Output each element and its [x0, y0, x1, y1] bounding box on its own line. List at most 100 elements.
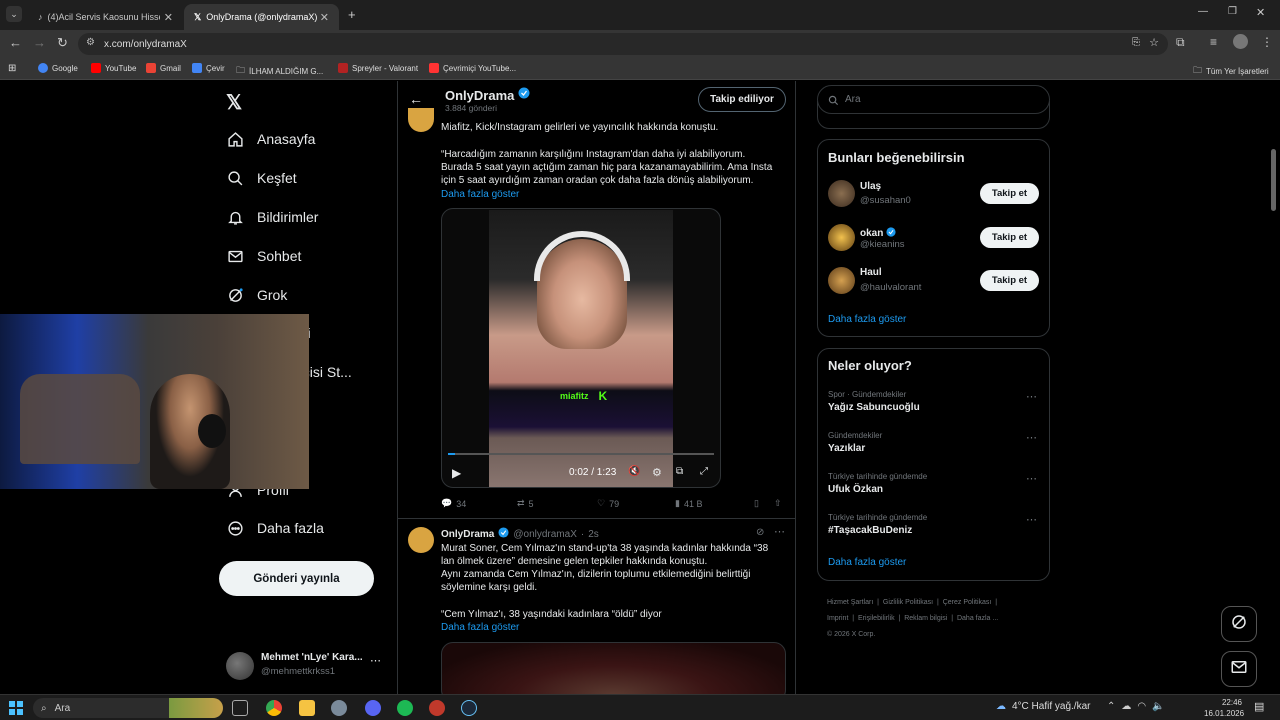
share-button[interactable]: ⇧	[774, 498, 782, 509]
volume-icon[interactable]: 🔈	[1152, 701, 1170, 712]
trend-name[interactable]: Ufuk Özkan	[828, 484, 883, 495]
footer-link[interactable]: Erişilebilirlik	[858, 615, 895, 622]
pip-icon[interactable]: ⧉	[676, 466, 683, 477]
site-info-icon[interactable]: ⚙	[86, 37, 95, 48]
post-button[interactable]: Gönderi yayınla	[219, 561, 374, 596]
like-button[interactable]: ♡ 79	[597, 498, 619, 509]
bookmark-youtube[interactable]: YouTube	[91, 63, 136, 73]
bookmark-star-icon[interactable]: ☆	[1149, 36, 1159, 49]
task-view-icon[interactable]	[232, 700, 248, 716]
cloud-icon[interactable]: ☁	[1121, 701, 1137, 712]
nav-notifications[interactable]: Bildirimler	[226, 208, 318, 226]
file-explorer-icon[interactable]	[299, 700, 315, 716]
tweet-media[interactable]	[441, 642, 786, 694]
extensions-icon[interactable]: ⧉	[1176, 35, 1185, 50]
spotify-icon[interactable]	[397, 700, 413, 716]
author-name[interactable]: OnlyDrama	[441, 529, 494, 540]
repost-button[interactable]: ⇄ 5	[517, 498, 534, 509]
forward-icon[interactable]: →	[33, 35, 46, 50]
more-icon[interactable]: ⋯	[1026, 431, 1037, 444]
footer-link[interactable]: Gizlilik Politikası	[883, 599, 933, 606]
windows-start-icon[interactable]	[9, 701, 23, 715]
video-progress-track[interactable]	[448, 453, 714, 455]
more-icon[interactable]: ⋯	[1026, 390, 1037, 403]
views-button[interactable]: ▮ 41 B	[675, 498, 702, 509]
install-icon[interactable]: ⎘	[1132, 37, 1140, 48]
bookmark-yt-converter[interactable]: Çevrimiçi YouTube...	[429, 63, 516, 73]
trend-name[interactable]: Yağız Sabuncuoğlu	[828, 402, 920, 413]
bookmark-translate[interactable]: Çevir	[192, 63, 225, 73]
nav-grok[interactable]: Grok	[226, 286, 287, 304]
user-name[interactable]: Haul	[860, 267, 882, 278]
weather-widget[interactable]: ☁ 4°C Hafif yağ./kar	[996, 701, 1090, 712]
reply-button[interactable]: 💬 34	[441, 498, 466, 509]
window-close-icon[interactable]: ✕	[1256, 6, 1265, 19]
footer-link[interactable]: Daha fazla ...	[957, 615, 998, 622]
url-input[interactable]: ⚙ x.com/onlydramaX ⎘ ☆	[78, 33, 1168, 55]
back-icon[interactable]: ←	[9, 35, 22, 50]
show-more-link[interactable]: Daha fazla göster	[441, 621, 519, 635]
video-player[interactable]: miafitz K ▶ 0:02 / 1:23 🔇 ⚙ ⧉ ⤢	[441, 208, 721, 488]
bookmark-valorant[interactable]: Spreyler - Valorant	[338, 63, 418, 73]
avatar[interactable]	[828, 180, 855, 207]
all-bookmarks[interactable]: 🗀 Tüm Yer İşaretleri	[1193, 63, 1269, 79]
follow-button[interactable]: Takip et	[980, 270, 1039, 291]
back-arrow-icon[interactable]: ←	[409, 91, 423, 107]
tab-inactive[interactable]: ♪ (4)Acil Servis Kaosunu Hissetme ✕	[28, 4, 183, 30]
mute-icon[interactable]: 🔇	[628, 466, 640, 477]
author-handle[interactable]: @onlydramaX	[513, 529, 577, 540]
footer-link[interactable]: Imprint	[827, 615, 848, 622]
tweet-avatar[interactable]	[408, 108, 434, 132]
nav-more[interactable]: Daha fazla	[226, 519, 324, 537]
recorder-icon[interactable]	[429, 700, 445, 716]
settings-icon[interactable]: ⚙	[652, 466, 662, 479]
taskbar-search[interactable]: ⌕ Ara	[33, 698, 223, 718]
play-icon[interactable]: ▶	[452, 466, 461, 480]
trend-name[interactable]: #TaşacakBuDeniz	[828, 525, 912, 536]
chrome-icon[interactable]	[266, 700, 282, 716]
grok-float-button[interactable]	[1221, 606, 1257, 642]
media-icon[interactable]: ≡	[1210, 35, 1217, 49]
footer-link[interactable]: Hizmet Şartları	[827, 599, 873, 606]
show-more-link[interactable]: Daha fazla göster	[828, 557, 906, 568]
minimize-icon[interactable]: —	[1198, 6, 1208, 17]
user-name[interactable]: okan	[860, 228, 883, 239]
restore-icon[interactable]: ❐	[1228, 6, 1237, 17]
footer-link[interactable]: Çerez Politikası	[943, 599, 992, 606]
more-icon[interactable]: ⋯	[370, 654, 381, 667]
tweet-avatar[interactable]	[408, 527, 434, 553]
follow-button[interactable]: Takip et	[980, 227, 1039, 248]
following-button[interactable]: Takip ediliyor	[698, 87, 786, 112]
menu-icon[interactable]: ⋮	[1261, 35, 1273, 49]
new-tab-icon[interactable]: +	[348, 7, 356, 22]
apps-icon[interactable]: ⊞	[8, 63, 16, 74]
bookmark-folder[interactable]: 🗀 İLHAM ALDIĞIM G...	[236, 63, 323, 79]
avatar[interactable]	[828, 224, 855, 251]
more-icon[interactable]: ⋯	[774, 525, 785, 538]
show-more-link[interactable]: Daha fazla göster	[441, 188, 519, 202]
reload-icon[interactable]: ↻	[57, 35, 68, 51]
messages-float-button[interactable]	[1221, 651, 1257, 687]
grok-icon[interactable]: ⊘	[756, 527, 764, 538]
tray-icons[interactable]: ⌃☁◠🔈	[1107, 701, 1171, 712]
account-switcher[interactable]: Mehmet 'nLye' Kara... @mehmettkrkss1 ⋯	[226, 649, 384, 681]
more-icon[interactable]: ⋯	[1026, 513, 1037, 526]
close-icon[interactable]: ✕	[164, 11, 173, 24]
x-logo-icon[interactable]: 𝕏	[226, 90, 242, 115]
fullscreen-icon[interactable]: ⤢	[700, 466, 708, 477]
tweet-time[interactable]: 2s	[588, 529, 599, 540]
bookmark-google[interactable]: Google	[38, 63, 78, 73]
page-scrollbar[interactable]	[1271, 149, 1276, 211]
more-icon[interactable]: ⋯	[1026, 472, 1037, 485]
tray-chevron-icon[interactable]: ⌃	[1107, 701, 1121, 712]
wifi-icon[interactable]: ◠	[1137, 701, 1152, 712]
nav-chat[interactable]: Sohbet	[226, 247, 301, 265]
user-name[interactable]: Ulaş	[860, 181, 881, 192]
avatar[interactable]	[828, 267, 855, 294]
notification-icon[interactable]: ▤	[1254, 700, 1264, 713]
nav-explore[interactable]: Keşfet	[226, 169, 297, 187]
app-icon[interactable]	[331, 700, 347, 716]
show-more-link[interactable]: Daha fazla göster	[828, 314, 906, 325]
tab-active[interactable]: 𝕏 OnlyDrama (@onlydramaX) / X ✕	[184, 4, 339, 30]
close-icon[interactable]: ✕	[320, 11, 329, 24]
